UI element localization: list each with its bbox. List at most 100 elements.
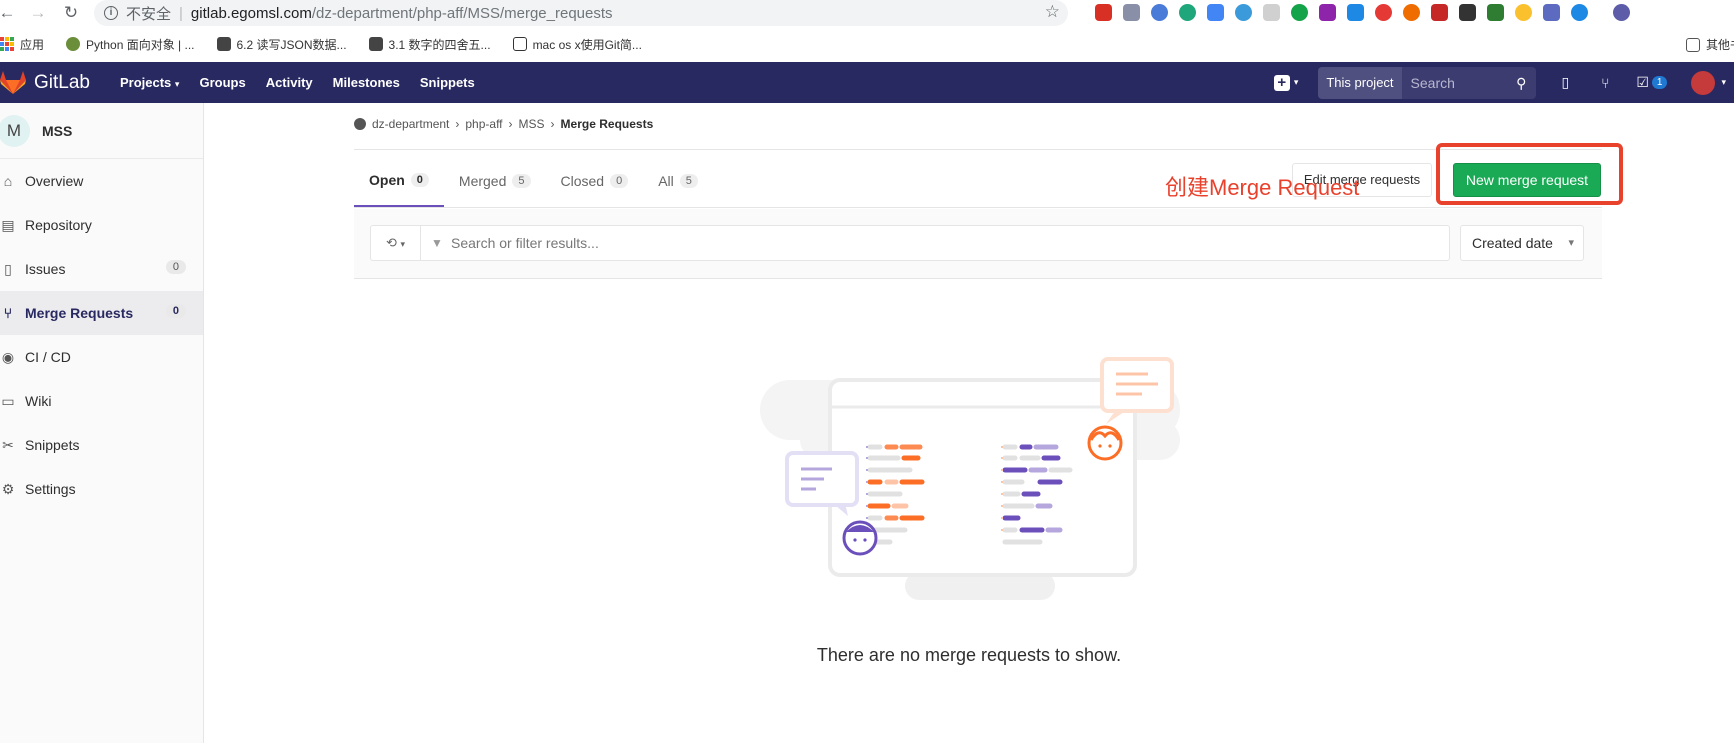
user-avatar[interactable] [1691, 70, 1716, 95]
extension-icon[interactable] [1319, 4, 1336, 21]
sidebar-item-settings[interactable]: ⚙ Settings [0, 467, 203, 511]
issues-count-badge: 0 [165, 260, 186, 274]
issues-icon[interactable]: ▯ [1556, 74, 1574, 91]
sidebar-project[interactable]: M MSS [0, 103, 203, 159]
extension-icon[interactable] [1431, 4, 1448, 21]
recent-searches-button[interactable]: ⟲ ▾ [370, 225, 420, 261]
extension-icon[interactable] [1179, 4, 1196, 21]
extension-icon[interactable] [1459, 4, 1476, 21]
nav-activity[interactable]: Activity [266, 75, 313, 90]
sidebar-item-wiki[interactable]: ▭ Wiki [0, 379, 203, 423]
extension-icon[interactable] [1571, 4, 1588, 21]
extension-icon[interactable] [1543, 4, 1560, 21]
bookmark-label: 6.2 读写JSON数据... [236, 37, 347, 52]
book-icon [216, 37, 231, 51]
annotation-highlight-box [1436, 143, 1623, 205]
merge-request-icon[interactable]: ⑂ [1596, 75, 1614, 91]
tab-merged[interactable]: Merged 5 [444, 155, 546, 207]
sidebar-item-label: Merge Requests [25, 305, 134, 321]
breadcrumb: dz-department › php-aff › MSS › Merge Re… [354, 117, 653, 131]
bookmarks-bar: 应用 Python 面向对象 | ... 6.2 读写JSON数据... 3.1… [0, 31, 1734, 57]
url-path: /dz-department/php-aff/MSS/merge_request… [311, 4, 613, 22]
filter-placeholder: Search or filter results... [451, 235, 599, 251]
info-icon[interactable]: i [104, 6, 118, 20]
sidebar-item-overview[interactable]: ⌂ Overview [0, 159, 203, 203]
extension-icon[interactable] [1375, 4, 1392, 21]
extension-icon[interactable] [1515, 4, 1532, 21]
extension-icon[interactable] [1235, 4, 1252, 21]
bookmark-item[interactable]: Python 面向对象 | ... [66, 36, 195, 53]
tab-count-badge: 0 [410, 173, 429, 187]
sidebar-item-repository[interactable]: ▤ Repository [0, 203, 203, 247]
sidebar-item-snippets[interactable]: ✂ Snippets [0, 423, 203, 467]
new-dropdown-button[interactable]: + ▾ [1273, 74, 1298, 91]
bookmark-item[interactable]: 6.2 读写JSON数据... [216, 36, 347, 53]
todo-count-badge: 1 [1651, 76, 1668, 89]
sidebar-item-ci-cd[interactable]: ◉ CI / CD [0, 335, 203, 379]
search-box[interactable]: This project Search ⚲ [1318, 66, 1537, 99]
bookmark-item[interactable]: mac os x使用Git简... [512, 36, 642, 53]
extension-icon[interactable] [1095, 4, 1112, 21]
profile-icon[interactable] [1613, 4, 1630, 21]
tab-label: Merged [458, 173, 507, 189]
extension-icon[interactable] [1291, 4, 1308, 21]
bookmark-apps[interactable]: 应用 [0, 36, 44, 53]
breadcrumb-current[interactable]: Merge Requests [561, 117, 654, 131]
url-separator: | [179, 4, 183, 22]
extension-icon[interactable] [1207, 4, 1224, 21]
address-bar[interactable]: i 不安全 | gitlab.egomsl.com/dz-department/… [94, 0, 1068, 26]
tab-count-badge: 5 [512, 174, 531, 188]
nav-milestones[interactable]: Milestones [333, 75, 400, 90]
gear-icon: ⚙ [1, 480, 15, 497]
search-scope-badge[interactable]: This project [1318, 66, 1402, 99]
issues-icon: ▯ [4, 260, 12, 277]
sidebar-item-label: Repository [25, 217, 92, 233]
bookmark-star-icon[interactable]: ☆ [1045, 2, 1060, 22]
sort-dropdown[interactable]: Created date ▾ [1460, 225, 1584, 261]
reload-icon[interactable]: ↻ [60, 2, 82, 24]
breadcrumb-item[interactable]: MSS [519, 117, 545, 131]
other-bookmarks[interactable]: 其他书签 [1685, 36, 1734, 53]
empty-state-message: There are no merge requests to show. [816, 645, 1122, 665]
gitlab-logo[interactable]: GitLab [0, 70, 90, 95]
annotation-text: 创建Merge Request [1165, 175, 1360, 200]
insecure-label: 不安全 [126, 5, 172, 23]
extension-icon[interactable] [1123, 4, 1140, 21]
other-bookmarks-label: 其他书签 [1705, 38, 1734, 52]
forward-icon[interactable]: → [27, 2, 49, 24]
tab-all[interactable]: All 5 [643, 155, 713, 207]
merge-requests-count-badge: 0 [165, 304, 186, 318]
extension-icon[interactable] [1263, 4, 1280, 21]
sidebar-item-issues[interactable]: ▯ Issues 0 [0, 247, 203, 291]
browser-toolbar: ← → ↻ i 不安全 | gitlab.egomsl.com/dz-depar… [0, 0, 1734, 26]
tab-closed[interactable]: Closed 0 [546, 155, 644, 207]
gitlab-header: GitLab Projects ▾ Groups Activity Milest… [0, 62, 1734, 103]
chevron-down-icon[interactable]: ▾ [1721, 77, 1726, 88]
filter-icon: ▼ [431, 236, 443, 250]
nav-projects[interactable]: Projects ▾ [120, 75, 179, 90]
tab-open[interactable]: Open 0 [354, 155, 444, 207]
sidebar-item-merge-requests[interactable]: ⑂ Merge Requests 0 [0, 291, 203, 335]
breadcrumb-item[interactable]: dz-department [372, 117, 449, 131]
extension-icon[interactable] [1487, 4, 1504, 21]
plus-icon: + [1273, 74, 1290, 91]
bookmark-item[interactable]: 3.1 数字的四舍五... [368, 36, 491, 53]
filter-search-input[interactable]: ▼ Search or filter results... [420, 225, 1450, 261]
breadcrumb-item[interactable]: php-aff [465, 117, 502, 131]
main-nav: Projects ▾ Groups Activity Milestones Sn… [120, 75, 475, 90]
extension-icon[interactable] [1347, 4, 1364, 21]
check-icon: ☑ [1636, 74, 1649, 90]
sidebar-item-label: CI / CD [25, 349, 71, 365]
sidebar-item-label: Wiki [25, 393, 52, 409]
nav-groups[interactable]: Groups [199, 75, 245, 90]
search-input[interactable]: Search ⚲ [1401, 66, 1537, 99]
chevron-right-icon: › [508, 117, 513, 131]
todos-button[interactable]: ☑ 1 [1636, 74, 1668, 91]
nav-snippets[interactable]: Snippets [420, 75, 475, 90]
chevron-down-icon: ▾ [1568, 237, 1574, 249]
back-icon[interactable]: ← [0, 2, 18, 24]
extension-icon[interactable] [1403, 4, 1420, 21]
bookmark-label: mac os x使用Git简... [532, 37, 642, 52]
bookmark-label: 应用 [20, 37, 45, 52]
extension-icon[interactable] [1151, 4, 1168, 21]
